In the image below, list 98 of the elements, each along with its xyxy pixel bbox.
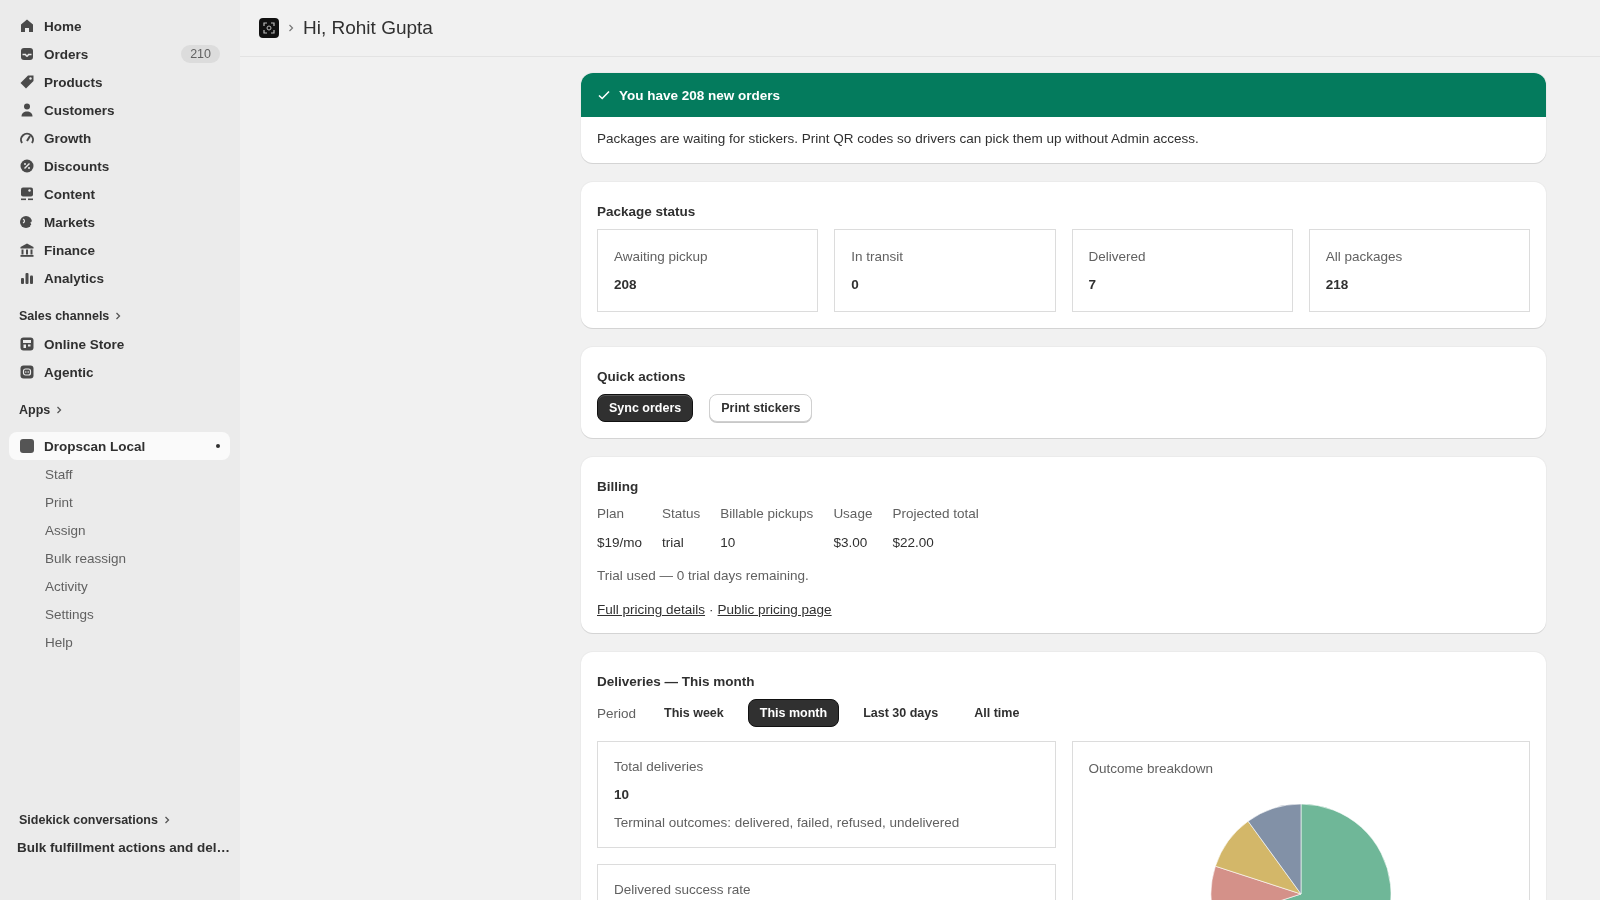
section-heading[interactable]: Sidekick conversations (9, 806, 230, 834)
store-icon (19, 336, 35, 352)
pricing-link[interactable]: Public pricing page (717, 602, 832, 617)
nav-label: Content (44, 186, 96, 202)
card-title: Billing (597, 479, 640, 494)
nav-item[interactable]: Customers (9, 96, 230, 124)
nav-item[interactable]: Orders 210 (9, 40, 230, 68)
stat-note: Terminal outcomes: delivered, failed, refused, undelivered (614, 815, 961, 830)
billing-value: trial (662, 535, 685, 550)
nav-label: Markets (44, 214, 97, 230)
sub-nav-item[interactable]: Bulk reassign (9, 544, 230, 572)
count-badge: 210 (181, 45, 220, 63)
nav-label: Customers (44, 102, 116, 118)
image-icon (19, 186, 35, 202)
stat-label: Awaiting pickup (614, 249, 709, 264)
stat-value: 0 (851, 277, 860, 292)
billing-value: $19/mo (597, 535, 643, 550)
separator: · (709, 602, 714, 617)
sub-nav-item[interactable]: Activity (9, 572, 230, 600)
stat-value: 7 (1088, 277, 1097, 292)
app-icon (19, 438, 35, 454)
stat-label: Total deliveries (614, 759, 705, 774)
card-title: Quick actions (597, 369, 687, 384)
nav-label: Dropscan Local (44, 438, 147, 454)
nav-label: Growth (44, 130, 93, 146)
column-header: Status (662, 506, 701, 521)
card-title: Package status (597, 204, 697, 219)
billing-value: $3.00 (833, 535, 869, 550)
inbox-icon (19, 46, 35, 62)
billing-value: $22.00 (892, 535, 935, 550)
conversation-link[interactable]: Bulk fulfillment actions and del… (9, 834, 230, 870)
section-heading[interactable]: Sales channels (9, 302, 230, 330)
stat-label: All packages (1325, 249, 1404, 264)
period-tab[interactable]: Last 30 days (851, 699, 951, 727)
nav-item[interactable]: Content (9, 180, 230, 208)
nav-item[interactable]: Discounts (9, 152, 230, 180)
column-header: Projected total (892, 506, 979, 521)
nav-label: Home (44, 18, 83, 34)
globe-icon (19, 214, 35, 230)
stat-label: In transit (851, 249, 905, 264)
column-header: Plan (597, 506, 626, 521)
home-icon (19, 18, 35, 34)
stat-value: 208 (614, 277, 638, 292)
nav-label: Discounts (44, 158, 111, 174)
action-button[interactable]: Sync orders (597, 394, 694, 422)
nav-label: Agentic (44, 364, 95, 380)
section-heading[interactable]: Apps (9, 396, 230, 424)
bar-chart-icon (19, 270, 35, 286)
sub-nav-item[interactable]: Staff (9, 460, 230, 488)
column-header: Billable pickups (720, 506, 814, 521)
banner-title: You have 208 new orders (619, 87, 781, 103)
nav-label: Analytics (44, 270, 106, 286)
nav-item[interactable]: Analytics (9, 264, 230, 292)
sub-nav-item[interactable]: Settings (9, 600, 230, 628)
stat-value: 218 (1325, 277, 1350, 292)
chart-title: Outcome breakdown (1088, 761, 1215, 776)
nav-item[interactable]: Products (9, 68, 230, 96)
stat-label: Delivered success rate (614, 882, 752, 897)
period-label: Period (597, 705, 637, 721)
period-tab[interactable]: All time (962, 699, 1032, 727)
nav-label: Finance (44, 242, 96, 258)
nav-label: Orders (44, 46, 90, 62)
sub-nav-item[interactable]: Help (9, 628, 230, 656)
chevron-icon (287, 23, 295, 33)
nav-item[interactable]: Markets (9, 208, 230, 236)
period-tab[interactable]: This week (652, 699, 736, 727)
sub-nav-item[interactable]: Print (9, 488, 230, 516)
page-title: Hi, Rohit Gupta (303, 17, 433, 39)
tag-icon (19, 74, 35, 90)
sub-nav-item[interactable]: Assign (9, 516, 230, 544)
action-button[interactable]: Print stickers (709, 394, 813, 422)
card-title: Deliveries — This month (597, 674, 756, 689)
app-logo-icon[interactable] (259, 18, 279, 38)
section-title: Sales channels (19, 309, 110, 323)
discount-icon (19, 158, 35, 174)
trial-note: Trial used — 0 trial days remaining. (597, 568, 810, 583)
period-tab[interactable]: This month (747, 699, 840, 727)
billing-value: 10 (720, 535, 737, 550)
column-header: Usage (833, 506, 873, 521)
app-item[interactable]: Dropscan Local (9, 432, 230, 460)
bank-icon (19, 242, 35, 258)
nav-item[interactable]: Home (9, 12, 230, 40)
person-icon (19, 102, 35, 118)
section-title: Apps (19, 403, 51, 417)
stat-value: 10 (614, 787, 631, 802)
nav-item[interactable]: Agentic (9, 358, 230, 386)
robot-icon (19, 364, 35, 380)
checkmark-icon (597, 88, 611, 102)
banner-text: Packages are waiting for stickers. Print QR codes so drivers can pick them up without Admin access. (596, 130, 1200, 148)
gauge-icon (19, 130, 35, 146)
pricing-link[interactable]: Full pricing details (597, 602, 706, 617)
nav-item[interactable]: Online Store (9, 330, 230, 358)
nav-item[interactable]: Growth (9, 124, 230, 152)
section-title: Sidekick conversations (19, 813, 158, 827)
nav-label: Products (44, 74, 104, 90)
nav-item[interactable]: Finance (9, 236, 230, 264)
stat-label: Delivered (1088, 249, 1147, 264)
nav-label: Online Store (44, 336, 126, 352)
